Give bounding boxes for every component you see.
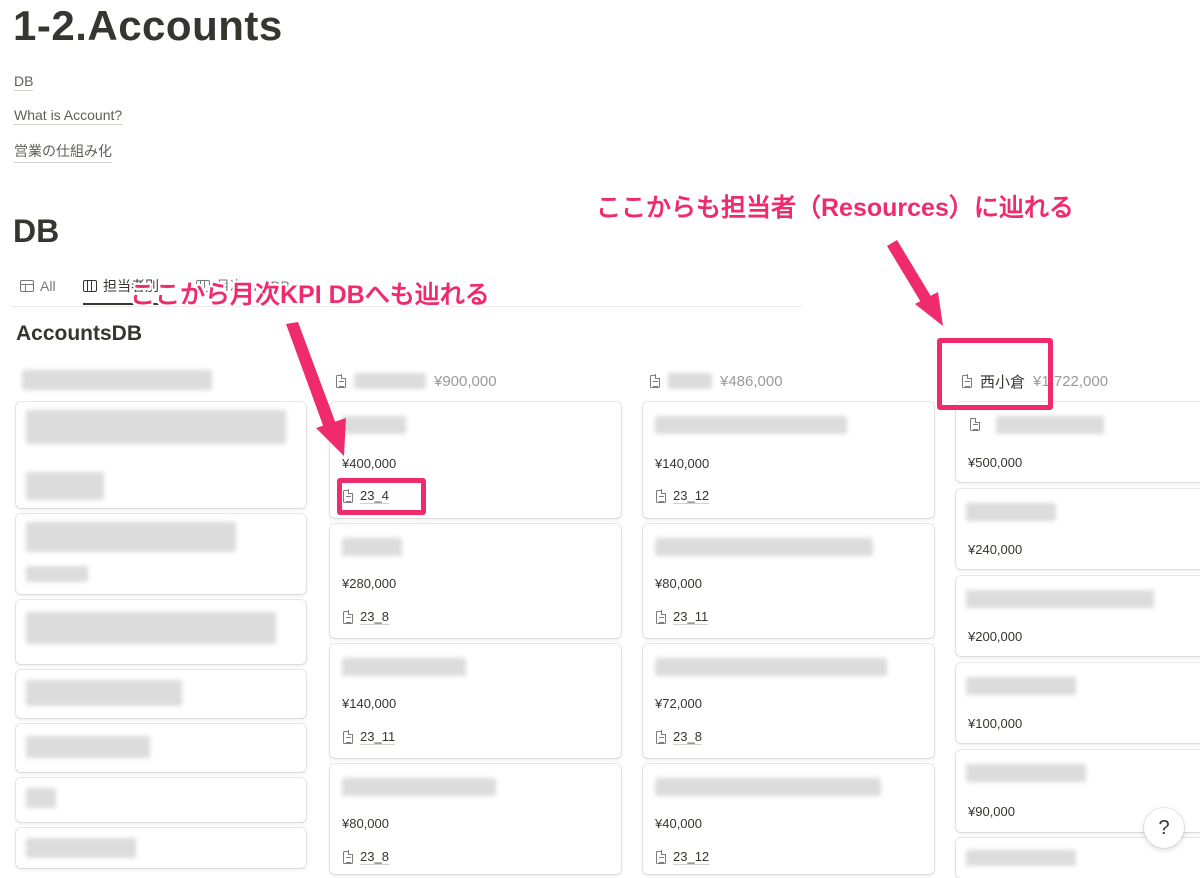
kpi-relation-link[interactable]: 23_12 [656,488,710,504]
card-amount: ¥140,000 [342,696,397,711]
account-card[interactable]: ¥80,000 23_11 [643,524,934,638]
card-amount: ¥200,000 [968,629,1023,644]
page-icon [656,610,667,624]
account-card[interactable]: ¥140,000 23_12 [643,402,934,518]
section-heading-db: DB [13,213,60,249]
page-icon [656,730,667,744]
page-title: 1-2.Accounts [13,2,283,49]
kpi-relation-link[interactable]: 23_8 [343,609,389,625]
account-card[interactable]: ¥72,000 23_8 [643,644,934,758]
account-card[interactable]: ¥100,000 [956,663,1200,743]
column-total: ¥486,000 [720,372,783,390]
blurred-card[interactable] [16,600,306,664]
card-amount: ¥80,000 [342,816,389,831]
tab-all[interactable]: All [20,272,56,300]
annotation-kpi: ここから月次KPI DBへも辿れる [130,281,490,309]
page-icon [970,417,981,431]
board-icon [83,280,97,292]
card-amount: ¥90,000 [968,804,1015,819]
column-total: ¥900,000 [434,372,497,390]
card-amount: ¥500,000 [968,455,1023,470]
highlight-box-kpi [337,478,426,515]
card-amount: ¥240,000 [968,542,1023,557]
blurred-card[interactable] [16,828,306,868]
board-column-header[interactable]: ¥486,000 [650,368,783,394]
blurred-card[interactable] [16,670,306,718]
kpi-relation-link[interactable]: 23_8 [343,849,389,865]
kpi-relation-link[interactable]: 23_12 [656,849,710,865]
board-column-header[interactable]: ¥900,000 [336,368,497,394]
card-amount: ¥40,000 [655,816,702,831]
page-icon [343,730,354,744]
arrow-head [915,292,943,326]
account-card[interactable]: ¥140,000 23_11 [330,644,621,758]
page-icon [650,374,661,388]
page-icon [343,610,354,624]
highlight-box-owner [937,338,1053,410]
owner-name-redacted [354,373,426,389]
annotation-resources: ここからも担当者（Resources）に辿れる [596,194,1074,222]
toc-link-sales-system[interactable]: 営業の仕組み化 [14,141,112,163]
card-amount: ¥280,000 [342,576,397,591]
account-card[interactable]: ¥40,000 23_12 [643,764,934,874]
card-amount: ¥72,000 [655,696,702,711]
kpi-relation-link[interactable]: 23_11 [343,729,396,745]
arrow-shaft [887,240,932,304]
toc-link-what-is-account[interactable]: What is Account? [14,107,123,125]
card-amount: ¥400,000 [342,456,397,471]
blurred-card[interactable] [16,402,306,508]
blurred-card[interactable] [16,514,306,594]
blurred-card[interactable] [16,724,306,772]
help-button[interactable]: ? [1144,808,1184,848]
toc-link-db[interactable]: DB [14,73,34,91]
kpi-relation-link[interactable]: 23_8 [656,729,702,745]
account-card[interactable]: ¥280,000 23_8 [330,524,621,638]
card-amount: ¥80,000 [655,576,702,591]
account-card[interactable]: ¥80,000 23_8 [330,764,621,874]
database-title: AccountsDB [16,322,143,345]
table-icon [20,280,34,292]
card-amount: ¥100,000 [968,716,1023,731]
account-card[interactable]: ¥200,000 [956,576,1200,656]
blurred-card[interactable] [16,778,306,822]
account-card[interactable]: ¥240,000 [956,489,1200,569]
owner-name-redacted [668,373,712,389]
page-icon [656,489,667,503]
card-amount: ¥140,000 [655,456,710,471]
account-card[interactable]: ¥500,000 [956,402,1200,482]
page-icon-wrap [970,417,981,436]
kpi-relation-link[interactable]: 23_11 [656,609,709,625]
page-icon [336,374,347,388]
